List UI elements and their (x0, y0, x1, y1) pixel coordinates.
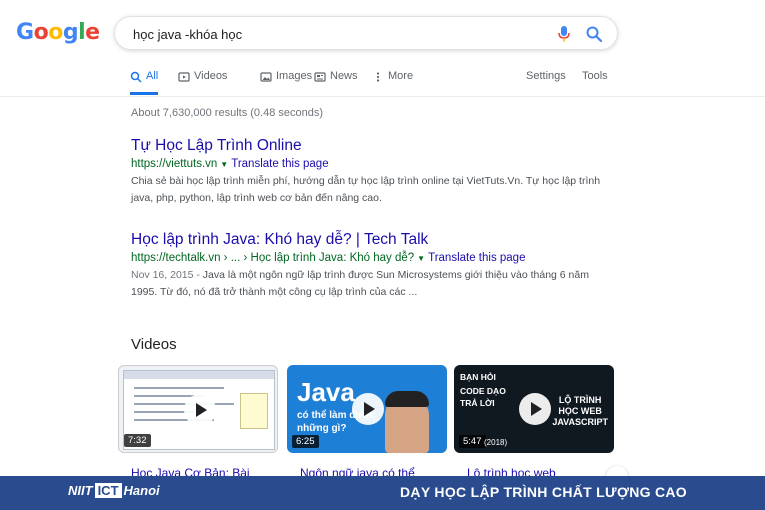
logo-letter: G (16, 20, 34, 45)
tab-label: More (388, 70, 414, 82)
videos-heading: Videos (131, 336, 177, 353)
more-vert-icon (376, 72, 380, 82)
thumbnail-text: CODE DẠO (460, 386, 506, 396)
result-snippet: Nov 16, 2015 - Java là một ngôn ngữ lập … (131, 267, 601, 301)
result-url-line: https://viettuts.vn ▼ Translate this page (131, 158, 601, 170)
tab-label: All (146, 70, 159, 82)
result-date: Nov 16, 2015 - (131, 269, 203, 281)
search-tabs: All Videos Images News More Settings Too… (122, 70, 765, 96)
logo-letter: o (33, 20, 49, 45)
play-icon[interactable] (184, 394, 216, 426)
search-box (114, 16, 618, 50)
tab-label: Settings (526, 70, 566, 82)
play-icon[interactable] (519, 393, 551, 425)
tab-settings[interactable]: Settings (526, 70, 566, 94)
tab-news[interactable]: News (314, 70, 358, 94)
footer-slogan: DẠY HỌC LẬP TRÌNH CHẤT LƯỢNG CAO (400, 484, 687, 500)
brand-logo: NIIT ICT Hanoi (68, 483, 160, 498)
thumbnail-subtitle-line: những gì? (297, 423, 347, 434)
tab-label: Tools (582, 70, 608, 82)
image-icon (260, 72, 272, 82)
tab-label: News (330, 70, 358, 82)
thumbnail-headline-line: LỘ TRÌNH (558, 395, 602, 405)
dropdown-arrow-icon[interactable]: ▼ (220, 160, 228, 169)
translate-link[interactable]: Translate this page (428, 252, 525, 264)
tab-tools[interactable]: Tools (582, 70, 608, 94)
video-icon (178, 72, 190, 82)
dropdown-arrow-icon[interactable]: ▼ (417, 254, 425, 263)
brand-box: ICT (94, 483, 122, 498)
footer-banner: NIIT ICT Hanoi DẠY HỌC LẬP TRÌNH CHẤT LƯỢN… (0, 476, 765, 510)
result-title-link[interactable]: Học lập trình Java: Khó hay dễ? | Tech T… (131, 231, 601, 249)
video-duration: 5:47 (459, 435, 486, 448)
thumbnail-headline: LỘ TRÌNH HỌC WEB JAVASCRIPT (552, 395, 608, 428)
search-result: Tự Học Lập Trình Online https://viettuts… (131, 137, 601, 207)
thumbnail-title: Java (297, 377, 355, 407)
google-logo[interactable]: Google (16, 20, 100, 45)
video-thumbnail[interactable]: 7:32 (118, 365, 278, 453)
logo-letter: o (48, 20, 63, 45)
brand-text: NIIT (68, 483, 93, 498)
news-icon (314, 72, 326, 82)
logo-letter: g (62, 20, 79, 45)
video-thumbnail[interactable]: BẠN HỎI CODE DẠO TRẢ LỜI LỘ TRÌNH HỌC WEB… (454, 365, 614, 453)
video-thumbnail[interactable]: Java có thể làm được những gì? 6:25 (287, 365, 447, 453)
presenter-hair (385, 391, 429, 407)
tab-videos[interactable]: Videos (178, 70, 227, 94)
result-url[interactable]: https://viettuts.vn (131, 158, 217, 170)
video-duration: 6:25 (292, 435, 319, 448)
search-icon (130, 71, 142, 83)
dialog-panel (240, 393, 268, 429)
tab-all[interactable]: All (130, 70, 159, 95)
play-icon[interactable] (352, 393, 384, 425)
tab-label: Videos (194, 70, 228, 82)
video-duration: 7:32 (124, 434, 151, 447)
thumbnail-text: TRẢ LỜI (460, 398, 495, 408)
code-line (134, 387, 224, 389)
result-stats: About 7,630,000 results (0.48 seconds) (131, 107, 324, 119)
logo-letter: e (85, 20, 100, 45)
result-url-line: https://techtalk.vn › ... › Học lập trìn… (131, 252, 601, 264)
result-url[interactable]: https://techtalk.vn › ... › Học lập trìn… (131, 252, 414, 264)
thumbnail-headline-line: HỌC WEB (558, 406, 602, 416)
translate-link[interactable]: Translate this page (231, 158, 328, 170)
search-input[interactable] (131, 23, 535, 45)
thumbnail-text: BẠN HỎI (460, 372, 496, 382)
tab-label: Images (276, 70, 313, 82)
search-result: Học lập trình Java: Khó hay dễ? | Tech T… (131, 231, 601, 301)
thumbnail-year: (2018) (484, 438, 508, 447)
tab-images[interactable]: Images (260, 70, 312, 94)
brand-city: Hanoi (123, 483, 160, 498)
result-title-link[interactable]: Tự Học Lập Trình Online (131, 137, 601, 155)
thumbnail-headline-line: JAVASCRIPT (552, 417, 608, 427)
microphone-icon[interactable] (557, 26, 571, 42)
tab-more[interactable]: More (372, 70, 413, 94)
window-titlebar (124, 371, 274, 379)
tabs-divider (0, 96, 765, 97)
search-icon[interactable] (585, 25, 603, 43)
result-snippet: Chia sẻ bài học lập trình miễn phí, hướn… (131, 175, 601, 204)
